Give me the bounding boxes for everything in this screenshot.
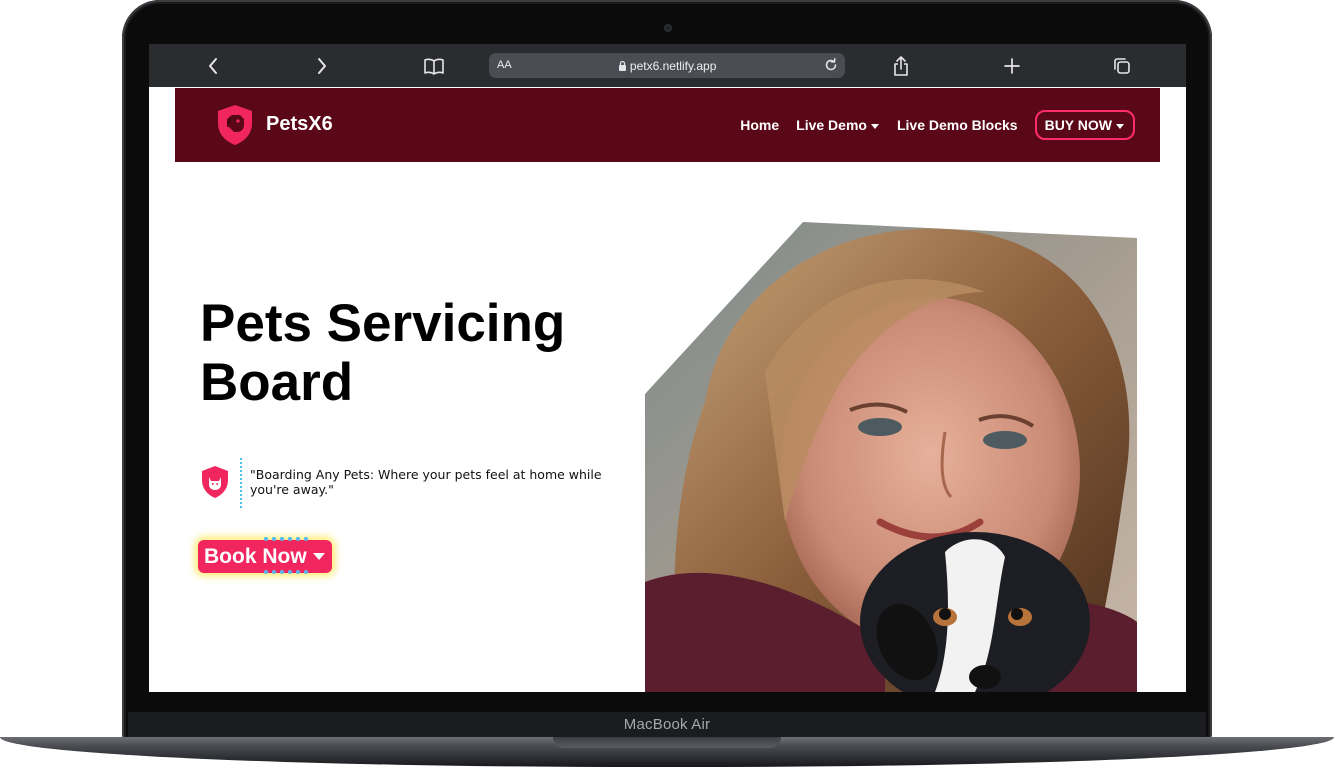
address-bar[interactable]: AA petx6.netlify.app [489,53,845,78]
forward-icon[interactable] [311,55,333,77]
hero-title: Pets Servicing Board [200,294,620,412]
hero-quote: "Boarding Any Pets: Where your pets feel… [250,467,602,497]
book-now-wrapper: Book Now [198,537,332,574]
screen: AA petx6.netlify.app PetsX6 Home Live De… [149,44,1186,692]
cat-shield-icon [200,465,230,504]
brand-name[interactable]: PetsX6 [266,113,333,136]
hero-title-line-1: Pets Servicing [200,294,566,353]
caret-down-icon [312,552,326,561]
dog-shield-logo-icon[interactable] [215,103,255,152]
buy-now-label: BUY NOW [1044,117,1112,133]
hero-title-line-2: Board [200,353,354,412]
reader-icon[interactable] [423,55,445,77]
back-icon[interactable] [202,55,224,77]
main-nav: Home Live Demo Live Demo Blocks BUY NOW [723,108,1135,142]
lock-icon [618,59,630,73]
reload-icon[interactable] [823,57,839,76]
nav-home[interactable]: Home [740,117,779,133]
url-text: petx6.netlify.app [629,59,717,73]
nav-live-demo[interactable]: Live Demo [796,117,880,133]
nav-live-demo-label: Live Demo [796,117,867,133]
tabs-icon[interactable] [1111,55,1133,77]
laptop-hinge-notch [553,737,781,748]
share-icon[interactable] [890,55,912,77]
nav-live-demo-blocks[interactable]: Live Demo Blocks [897,117,1018,133]
url-display: petx6.netlify.app [489,59,845,73]
site-header: PetsX6 Home Live Demo Live Demo Blocks B… [175,88,1160,162]
laptop-model-label: MacBook Air [623,716,711,733]
camera-dot [664,24,672,32]
hero-photo-woman-with-puppy [645,222,1137,692]
selection-handles [264,537,308,574]
buy-now-button[interactable]: BUY NOW [1034,110,1135,140]
browser-toolbar: AA petx6.netlify.app [149,44,1186,87]
book-now-button[interactable]: Book Now [198,537,332,574]
quote-divider [240,458,242,508]
caret-down-icon [1115,117,1125,133]
new-tab-icon[interactable] [1001,55,1023,77]
caret-down-icon [870,117,880,133]
